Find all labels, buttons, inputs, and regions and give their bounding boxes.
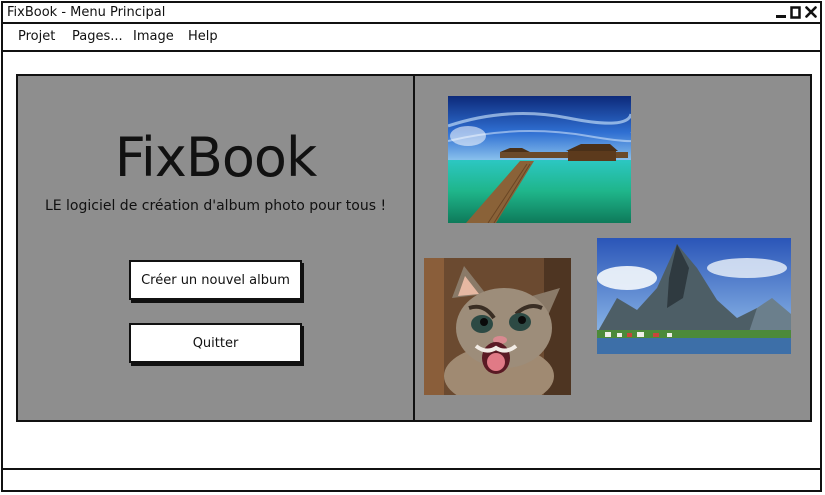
title-bar: FixBook - Menu Principal	[3, 3, 820, 24]
app-window: FixBook - Menu Principal Projet Pages...…	[1, 1, 822, 492]
menu-help[interactable]: Help	[188, 28, 218, 46]
kitten-photo	[424, 258, 571, 395]
window-title: FixBook - Menu Principal	[7, 5, 166, 20]
tagline-text: LE logiciel de création d'album photo po…	[44, 198, 387, 214]
mountain-lake-photo	[597, 238, 791, 354]
menu-bar: Projet Pages... Image Help	[3, 24, 820, 52]
menu-pages[interactable]: Pages...	[72, 28, 123, 46]
tropical-pier-photo	[448, 96, 631, 223]
welcome-panel: FixBook LE logiciel de création d'album …	[16, 74, 415, 422]
app-name-heading: FixBook	[114, 126, 318, 189]
photo-gallery-panel	[413, 74, 812, 422]
close-icon[interactable]	[805, 4, 817, 23]
new-album-button[interactable]: Créer un nouvel album	[129, 260, 302, 300]
maximize-icon[interactable]	[790, 4, 802, 23]
menu-image[interactable]: Image	[133, 28, 174, 46]
minimize-icon[interactable]	[775, 4, 787, 23]
window-controls	[775, 4, 817, 22]
menu-projet[interactable]: Projet	[18, 28, 55, 46]
status-bar	[3, 468, 820, 490]
quit-button[interactable]: Quitter	[129, 323, 302, 363]
